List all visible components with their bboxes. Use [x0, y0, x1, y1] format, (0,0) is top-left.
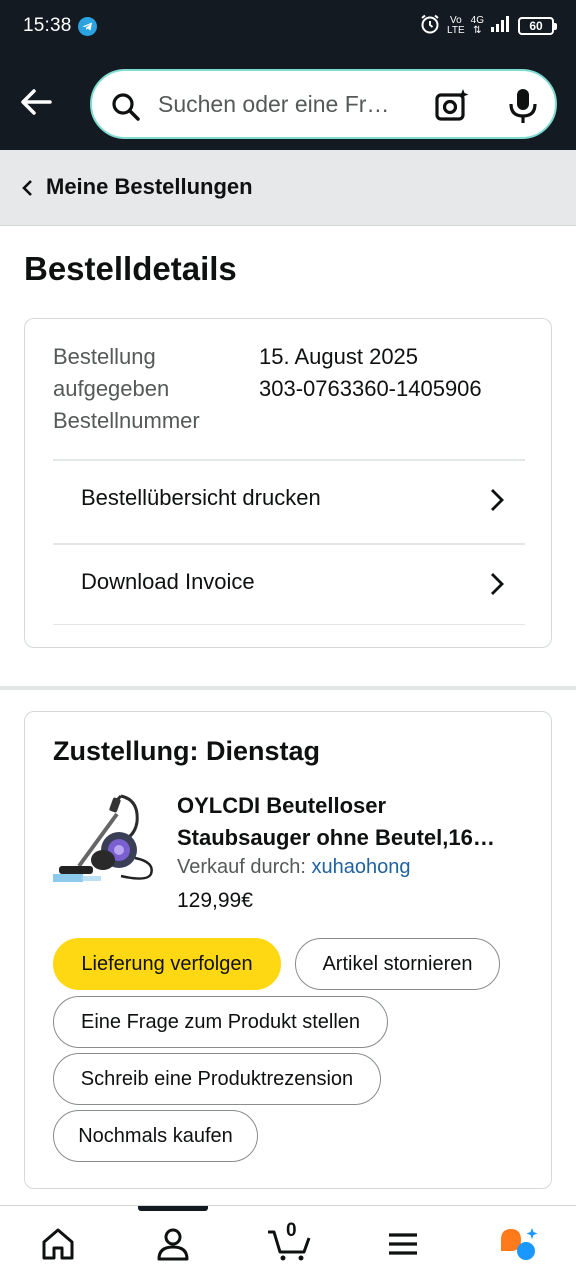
back-arrow-icon[interactable] [16, 82, 56, 122]
cart-count: 0 [286, 1220, 297, 1241]
breadcrumb-label[interactable]: Meine Bestellungen [46, 174, 253, 200]
delivery-title: Zustellung: Dienstag [53, 736, 321, 766]
order-values: 15. August 2025 303-0763360-1405906 [259, 341, 482, 405]
seller-prefix: Verkauf durch: [177, 856, 312, 878]
cancel-item-button[interactable]: Artikel stornieren [295, 938, 500, 990]
track-delivery-button[interactable]: Lieferung verfolgen [53, 938, 281, 990]
menu-icon[interactable] [385, 1226, 421, 1262]
status-time: 15:38 [23, 15, 72, 36]
print-summary-label: Bestellübersicht drucken [81, 485, 321, 510]
alarm-icon [419, 13, 441, 40]
order-number-label: Bestellnummer [53, 408, 200, 433]
chevron-left-icon [20, 178, 34, 198]
page-title: Bestelldetails [24, 250, 237, 287]
product-title-line1[interactable]: OYLCDI Beutelloser [177, 790, 527, 822]
product-title[interactable]: OYLCDI Beutelloser Staubsauger ohne Beut… [177, 790, 527, 854]
seller-link[interactable]: xuhaohong [312, 856, 411, 878]
order-number: 303-0763360-1405906 [259, 376, 482, 401]
status-bar: 15:38 Vo LTE 4G ⇅ 60 [0, 0, 576, 54]
write-review-button[interactable]: Schreib eine Produktrezension [53, 1053, 381, 1105]
buy-again-button[interactable]: Nochmals kaufen [53, 1110, 258, 1162]
product-price: 129,99€ [177, 889, 253, 912]
search-bar[interactable]: Suchen oder eine Fr… [90, 69, 557, 139]
chevron-right-icon [489, 487, 505, 513]
microphone-icon[interactable] [506, 87, 540, 125]
chevron-right-icon [489, 571, 505, 597]
delivery-card: Zustellung: Dienstag OYLCDI Beutelloser … [24, 711, 552, 1189]
ai-assistant-icon[interactable] [497, 1226, 541, 1262]
download-invoice-label: Download Invoice [81, 569, 255, 594]
active-tab-indicator [138, 1206, 208, 1211]
ask-question-button[interactable]: Eine Frage zum Produkt stellen [53, 996, 388, 1048]
print-summary-row[interactable]: Bestellübersicht drucken [53, 459, 525, 543]
order-info-card: Bestellung aufgegeben Bestellnummer 15. … [24, 318, 552, 648]
order-placed-label: Bestellung aufgegeben [53, 344, 170, 401]
search-icon [110, 91, 142, 123]
seller-info: Verkauf durch: xuhaohong [177, 856, 411, 879]
download-invoice-row[interactable]: Download Invoice [53, 543, 525, 627]
order-date: 15. August 2025 [259, 344, 419, 369]
camera-search-icon[interactable] [434, 87, 470, 123]
section-divider [0, 686, 576, 690]
row-divider [53, 624, 525, 625]
top-header: 15:38 Vo LTE 4G ⇅ 60 Suchen oder eine Fr… [0, 0, 576, 150]
breadcrumb[interactable]: Meine Bestellungen [0, 150, 576, 226]
search-input[interactable]: Suchen oder eine Fr… [158, 91, 420, 121]
network-gen: 4G ⇅ [470, 15, 484, 36]
bottom-navigation: 0 [0, 1205, 576, 1280]
network-gen-label: 4G [470, 15, 484, 26]
signal-icon [490, 15, 512, 38]
home-icon[interactable] [40, 1226, 76, 1262]
order-labels: Bestellung aufgegeben Bestellnummer [53, 341, 243, 437]
user-icon[interactable] [155, 1226, 191, 1262]
product-title-line2[interactable]: Staubsauger ohne Beutel,16… [177, 822, 527, 854]
volte-line2: LTE [447, 25, 465, 36]
volte-indicator: Vo LTE [447, 16, 465, 36]
product-image[interactable] [51, 792, 159, 892]
status-icons: Vo LTE 4G ⇅ 60 [419, 13, 557, 40]
battery-icon: 60 [518, 17, 557, 35]
telegram-icon [78, 17, 97, 36]
